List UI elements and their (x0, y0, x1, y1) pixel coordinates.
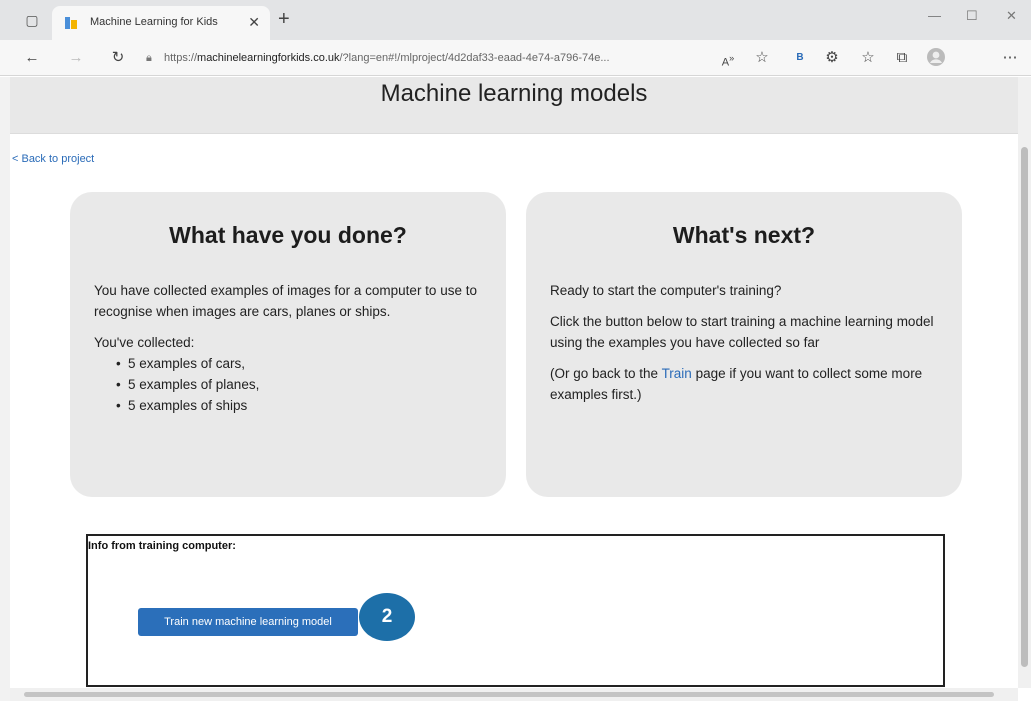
url-host: machinelearningforkids.co.uk (197, 52, 340, 64)
browser-tab[interactable]: Machine Learning for Kids ✕ (52, 6, 270, 40)
scroll-thumb[interactable] (1021, 147, 1028, 667)
vertical-scrollbar[interactable] (1018, 77, 1031, 688)
left-edge (0, 77, 10, 701)
panel-heading: What have you done? (169, 222, 407, 248)
favorites-add-icon[interactable]: ☆ (752, 48, 772, 68)
favorites-icon[interactable]: ☆ (858, 48, 878, 68)
profile-avatar-icon[interactable] (926, 48, 946, 68)
scroll-thumb[interactable] (24, 692, 994, 697)
whats-next-panel: What's next? Ready to start the computer… (526, 192, 962, 497)
train-new-model-button[interactable]: Train new machine learning model (138, 608, 358, 636)
maximize-icon[interactable]: ☐ (966, 8, 978, 24)
refresh-icon[interactable]: ↻ (108, 48, 128, 68)
close-window-icon[interactable]: ✕ (1006, 8, 1017, 24)
back-to-project-link[interactable]: < Back to project (12, 153, 94, 165)
close-tab-icon[interactable]: ✕ (248, 14, 260, 31)
url-path: /?lang=en#!/mlproject/4d2daf33-eaad-4e74… (339, 52, 610, 64)
page-title: Machine learning models (380, 80, 648, 107)
extension-icon[interactable]: ⚙ (822, 48, 842, 68)
avatar-glyph (927, 48, 945, 66)
panel-paragraph: Ready to start the computer's training? (550, 283, 782, 298)
address-bar[interactable]: 🔒︎ https://machinelearningforkids.co.uk/?… (146, 47, 766, 69)
tab-title: Machine Learning for Kids (90, 16, 218, 28)
panel-body: Ready to start the computer's training? … (550, 280, 940, 415)
bing-icon[interactable]: B (790, 48, 810, 68)
list-item: 5 examples of ships (116, 395, 484, 416)
panel-paragraph: Click the button below to start training… (550, 314, 934, 350)
train-page-link[interactable]: Train (662, 366, 692, 381)
lock-icon: 🔒︎ (146, 52, 152, 64)
minimize-icon[interactable]: — (928, 8, 941, 23)
url-scheme: https:// (164, 52, 198, 64)
what-have-you-done-panel: What have you done? You have collected e… (70, 192, 506, 497)
site-favicon-icon (65, 17, 77, 29)
list-item: 5 examples of cars, (116, 353, 484, 374)
more-options-icon[interactable]: ⋯ (1000, 48, 1020, 68)
text-fragment: (Or go back to the (550, 366, 662, 381)
collected-label: You've collected: (94, 335, 195, 350)
page-header: Machine learning models (10, 77, 1018, 134)
browser-toolbar: ← → ↻ 🔒︎ https://machinelearningforkids.c… (0, 40, 1031, 76)
panel-heading: What's next? (672, 222, 816, 248)
tab-actions-icon[interactable]: ▢ (22, 10, 42, 30)
collected-list: 5 examples of cars, 5 examples of planes… (116, 353, 484, 416)
panel-body: You have collected examples of images fo… (94, 280, 484, 416)
training-info-box: Info from training computer: Train new m… (86, 534, 945, 687)
training-info-label: Info from training computer: (88, 540, 236, 552)
read-aloud-icon[interactable]: A» (718, 48, 738, 69)
horizontal-scrollbar[interactable] (10, 688, 1018, 701)
tab-bar: ▢ Machine Learning for Kids ✕ + — ☐ ✕ (0, 0, 1031, 40)
panel-paragraph: (Or go back to the Train page if you wan… (550, 363, 940, 405)
forward-arrow-icon[interactable]: → (66, 48, 86, 68)
step-number-badge: 2 (359, 593, 415, 641)
new-tab-button[interactable]: + (278, 9, 290, 29)
panel-intro: You have collected examples of images fo… (94, 283, 477, 319)
list-item: 5 examples of planes, (116, 374, 484, 395)
back-arrow-icon[interactable]: ← (22, 48, 42, 68)
collections-icon[interactable]: ⧉ (892, 48, 912, 68)
